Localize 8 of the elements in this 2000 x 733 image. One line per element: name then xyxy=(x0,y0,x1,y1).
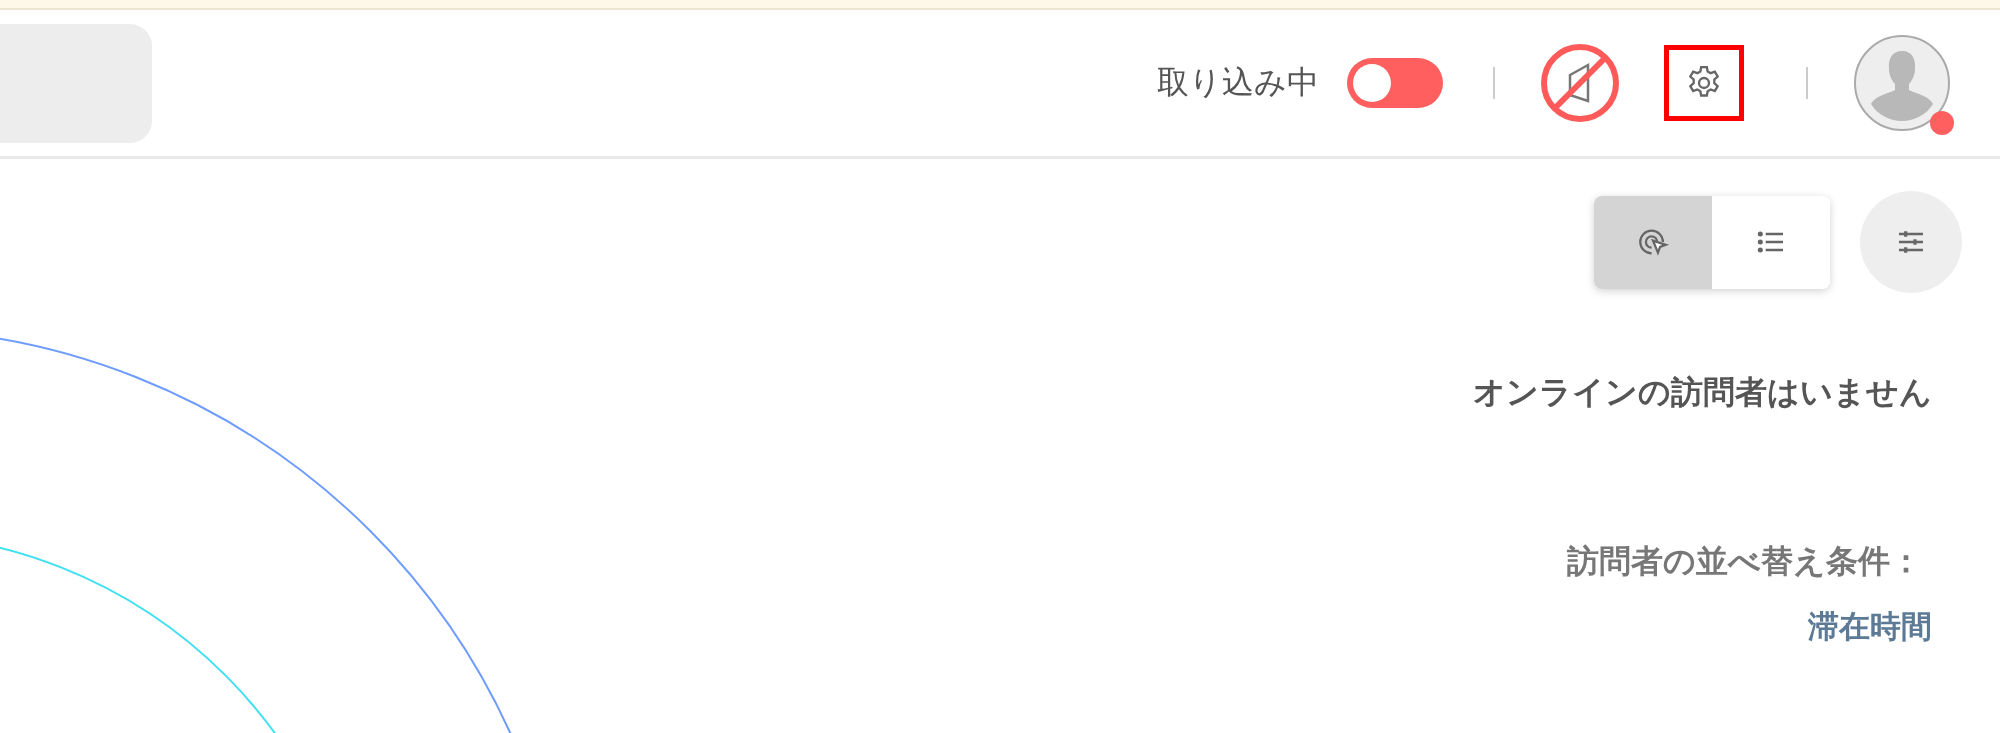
settings-button[interactable] xyxy=(1664,45,1744,121)
empty-message: オンラインの訪問者はいません xyxy=(1473,372,1932,413)
import-status-label: 取り込み中 xyxy=(1157,62,1319,103)
radar-view-tab[interactable] xyxy=(1594,195,1712,289)
sort-label: 訪問者の並べ替え条件： xyxy=(1567,541,1922,582)
sort-link[interactable]: 滞在時間 xyxy=(1808,606,1932,648)
import-toggle[interactable] xyxy=(1347,58,1443,108)
muted-speaker-icon[interactable] xyxy=(1540,43,1620,123)
